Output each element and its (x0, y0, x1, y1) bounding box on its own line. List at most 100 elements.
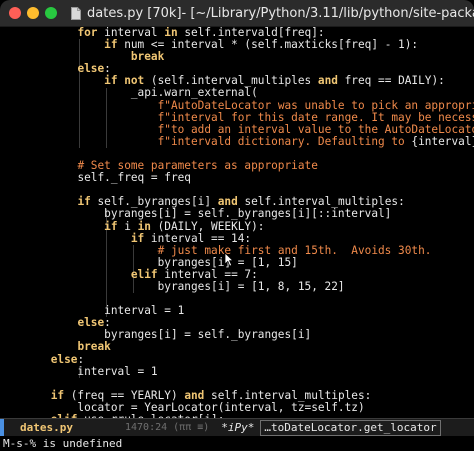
emacs-window: dates.py [70k]- [~/Library/Python/3.11/l… (0, 0, 474, 451)
code-token: # Set some parameters as appropriate (77, 159, 318, 173)
code-editor[interactable]: for interval in self.intervald[freq]: if… (0, 27, 474, 418)
code-token: ( (144, 74, 158, 88)
code-token: .interval_multiples: (237, 388, 372, 402)
code-token: and (317, 74, 338, 88)
code-line: break (24, 341, 474, 353)
code-token: freq == DAILY): (337, 74, 445, 88)
code-token: self (251, 38, 278, 52)
cursor-position: 1470:24 (ππ ≡) (124, 422, 210, 433)
code-token: self (311, 400, 338, 414)
code-token: elif (130, 267, 158, 281)
major-mode[interactable]: *iPy* (221, 421, 254, 434)
code-token: ._byranges[i] (224, 328, 312, 342)
left-fringe (0, 27, 6, 418)
code-token: byranges[i] = [1, 8, 15, 22] (24, 279, 345, 293)
code-token: ._freq = freq (104, 171, 191, 185)
code-line: byranges[i] = [1, 8, 15, 22] (24, 279, 474, 293)
window-title: dates.py [70k]- [~/Library/Python/3.11/l… (87, 5, 474, 21)
code-token: self (211, 388, 238, 402)
code-token: if not (104, 74, 145, 88)
code-token: .maxticks[freq] - 1): (277, 38, 419, 52)
code-token: self (244, 195, 272, 209)
code-token: interval == 14: (144, 231, 252, 245)
code-token: if (77, 195, 91, 209)
code-line: f"intervald dictionary. Defaulting to {i… (24, 134, 474, 148)
code-token: interval = 1 (24, 304, 185, 318)
code-token: (DAILY, WEEKLY): (150, 219, 265, 233)
zoom-window-button[interactable] (45, 7, 57, 19)
code-token: byranges[i] = (24, 207, 198, 221)
code-token: {interval} (411, 134, 474, 148)
code-token: if (130, 231, 145, 245)
code-token: else (77, 62, 105, 76)
code-area[interactable]: for interval in self.intervald[freq]: if… (24, 27, 474, 418)
mode-line[interactable]: dates.py 1470:24 (ππ ≡) *iPy* …toDateLoc… (0, 418, 474, 436)
buffer-name[interactable]: dates.py (20, 421, 73, 434)
mouse-pointer-icon (224, 252, 234, 267)
code-token: # just make first and 15th. Avoids 30th. (157, 243, 432, 257)
code-token: break (77, 340, 111, 354)
code-token: if (104, 38, 118, 52)
code-token: byranges[i] = [1, 15] (24, 255, 298, 269)
code-token: : (104, 316, 111, 330)
code-token: ._byranges[i] (124, 195, 218, 209)
code-token: self (157, 74, 185, 88)
title-bar[interactable]: dates.py [70k]- [~/Library/Python/3.11/l… (0, 0, 474, 27)
code-token: f"intervald dictionary. Defaulting to (157, 134, 412, 148)
code-token: .tz) (337, 400, 365, 414)
minimize-window-button[interactable] (27, 7, 39, 19)
code-token: break (130, 50, 165, 64)
echo-area: M-s-% is undefined (0, 436, 474, 451)
code-token: self (197, 207, 225, 221)
code-token: f"to add an interval value to the AutoDa… (157, 122, 474, 136)
code-token: i (117, 219, 138, 233)
code-token: if (104, 219, 118, 233)
code-token: .interval_multiples (184, 74, 318, 88)
code-token: byranges[i] = (24, 328, 198, 342)
code-token: else (77, 316, 105, 330)
document-icon[interactable] (71, 6, 81, 20)
window-controls (9, 7, 57, 19)
code-token: : (104, 62, 111, 76)
close-window-button[interactable] (9, 7, 21, 19)
code-token: : (77, 352, 85, 366)
code-token: self (77, 171, 105, 185)
code-token: and (184, 388, 205, 402)
code-token: num <= interval * ( (117, 38, 252, 52)
code-line: interval = 1 (24, 364, 474, 378)
code-token: else (50, 352, 78, 366)
code-token: interval = 1 (24, 364, 158, 378)
code-token: and (217, 195, 238, 209)
code-token: self (97, 195, 125, 209)
code-token: locator = YearLocator(interval, tz= (24, 400, 312, 414)
current-function[interactable]: …toDateLocator.get_locator (260, 419, 441, 436)
code-token: interval == 7: (157, 267, 258, 281)
code-token: self (197, 328, 225, 342)
code-token: (freq == YEARLY) (64, 388, 185, 402)
modeline-active-indicator (0, 419, 4, 436)
code-token: _api.warn_external( (24, 86, 258, 100)
code-token: .interval_multiples: (271, 195, 405, 209)
code-token: f"AutoDateLocator was unable to pick an … (157, 98, 474, 112)
code-token: if (50, 388, 65, 402)
code-token: f"interval for this date range. It may b… (157, 110, 474, 124)
